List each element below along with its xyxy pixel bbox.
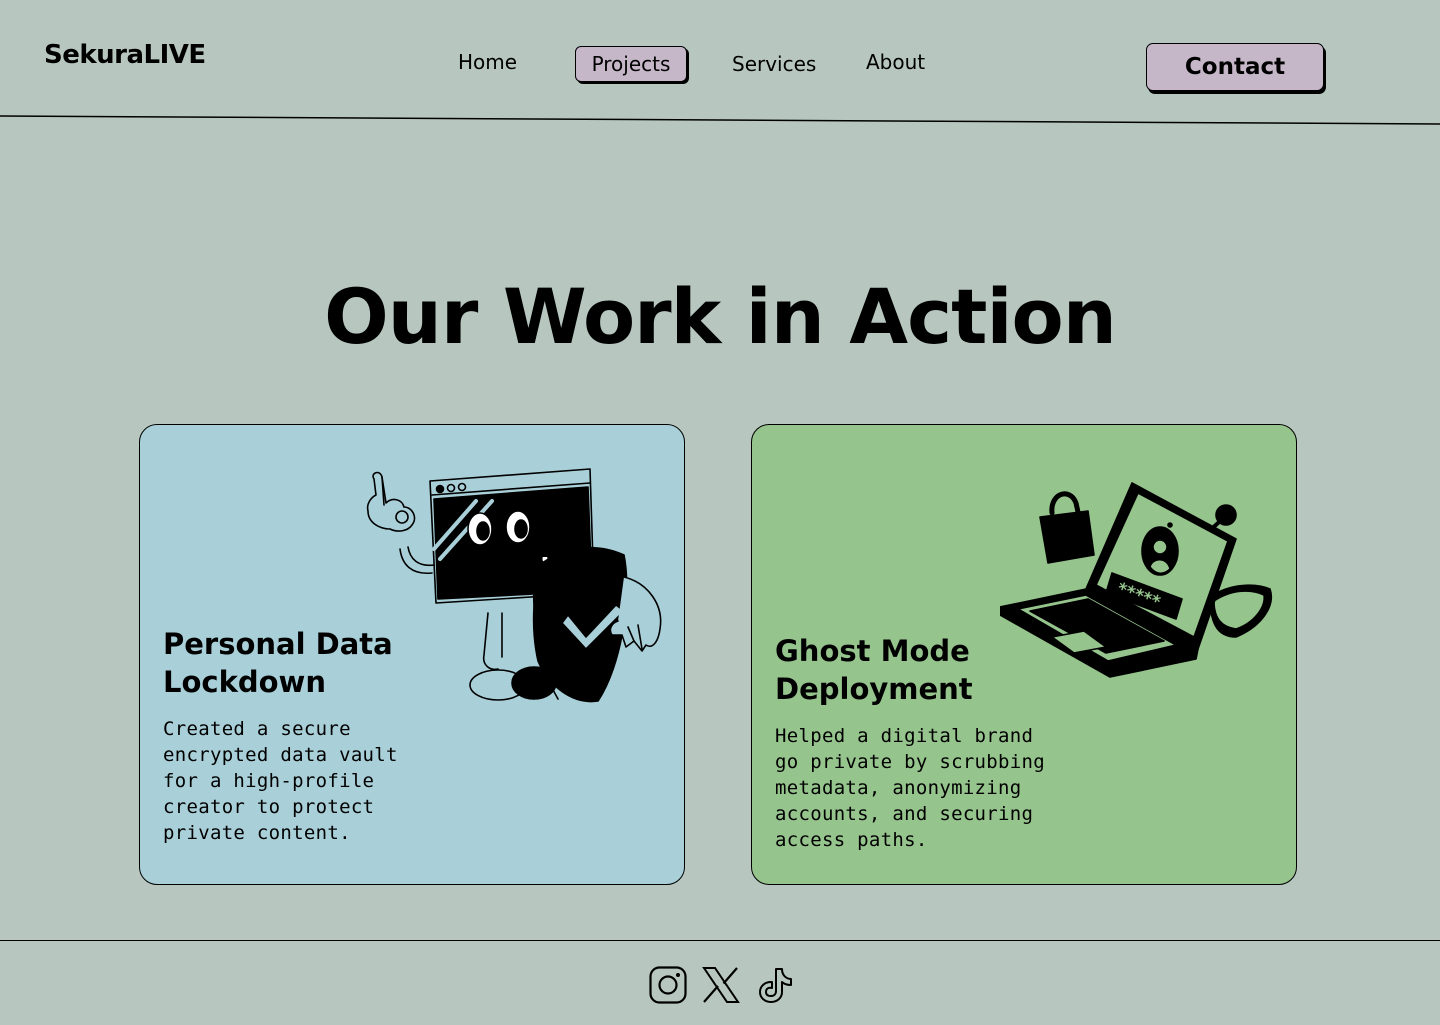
- card-description: Created a secure encrypted data vault fo…: [163, 718, 398, 844]
- card-title: Personal Data Lockdown: [163, 627, 393, 699]
- card-title: Ghost Mode Deployment: [775, 634, 973, 706]
- nav-services[interactable]: Services: [732, 52, 816, 76]
- site-footer: [0, 940, 1440, 1025]
- site-logo[interactable]: SekuraLIVE: [44, 40, 206, 70]
- nav-about[interactable]: About: [866, 50, 925, 74]
- nav-home[interactable]: Home: [458, 50, 517, 74]
- nav-projects[interactable]: Projects: [575, 46, 687, 82]
- page-title: Our Work in Action: [324, 272, 1117, 361]
- x-icon[interactable]: [701, 965, 741, 1005]
- site-header: SekuraLIVE Home Projects Services About …: [0, 0, 1440, 125]
- contact-button[interactable]: Contact: [1146, 43, 1324, 91]
- card-description: Helped a digital brand go private by scr…: [775, 725, 1045, 851]
- instagram-icon[interactable]: [648, 965, 688, 1005]
- project-card-personal-data-lockdown[interactable]: Personal Data Lockdown Created a secure …: [139, 424, 685, 885]
- tiktok-icon[interactable]: [755, 965, 795, 1005]
- project-card-ghost-mode-deployment[interactable]: ***** Ghost Mode Deployment Helped a dig…: [751, 424, 1297, 885]
